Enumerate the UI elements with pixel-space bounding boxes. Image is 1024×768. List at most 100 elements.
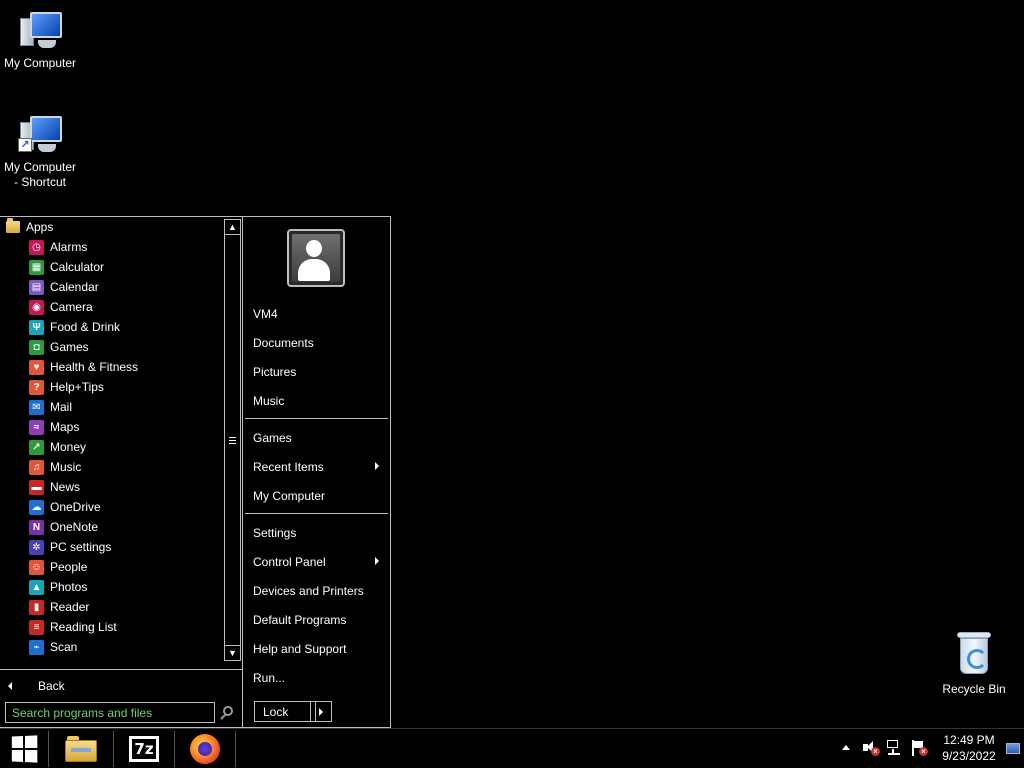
app-item-mail[interactable]: ✉ Mail [0, 397, 223, 417]
windows-logo-icon [11, 735, 38, 763]
show-hidden-icons-button[interactable] [842, 745, 850, 750]
menu-item-label: Control Panel [253, 554, 326, 569]
menu-separator [245, 513, 388, 514]
scan-icon: ⌁ [29, 639, 44, 655]
menu-item-settings[interactable]: Settings [244, 518, 389, 547]
system-clock[interactable]: 12:49 PM 9/23/2022 [930, 732, 1008, 764]
taskbar-7zip[interactable]: 7z [116, 730, 172, 768]
menu-item-label: Music [253, 393, 285, 408]
menu-item-recent-items[interactable]: Recent Items [244, 452, 389, 481]
menu-item-run[interactable]: Run... [244, 663, 389, 692]
app-item-camera[interactable]: ◉ Camera [0, 297, 223, 317]
menu-item-music[interactable]: Music [244, 386, 389, 415]
menu-item-games[interactable]: Games [244, 423, 389, 452]
menu-item-label: Games [253, 430, 292, 445]
taskbar: 7z × × 12:49 PM 9/23/2022 [0, 728, 1024, 768]
desktop-icon-my-computer[interactable]: My Computer [0, 8, 80, 71]
app-item-onenote[interactable]: N OneNote [0, 517, 223, 537]
menu-item-label: Default Programs [253, 612, 347, 627]
menu-item-label: VM4 [253, 306, 278, 321]
health-icon: ♥ [29, 359, 44, 375]
power-options-button[interactable] [310, 701, 332, 722]
menu-item-vm4[interactable]: VM4 [244, 299, 389, 328]
music-icon: ♫ [29, 459, 44, 475]
menu-item-label: Run... [253, 670, 286, 685]
search-icon[interactable] [219, 705, 235, 721]
lock-label: Lock [263, 704, 289, 719]
desktop-icon-recycle-bin[interactable]: Recycle Bin [938, 630, 1010, 696]
computer-shortcut-icon: ↗ [16, 112, 64, 156]
photos-icon: ▲ [29, 579, 44, 595]
mail-icon: ✉ [29, 399, 44, 415]
app-item-label: Mail [50, 400, 73, 414]
menu-item-documents[interactable]: Documents [244, 328, 389, 357]
app-item-food-drink[interactable]: Ψ Food & Drink [0, 317, 223, 337]
menu-item-default-programs[interactable]: Default Programs [244, 605, 389, 634]
search-input[interactable]: Search programs and files [5, 702, 215, 723]
lock-button[interactable]: Lock [254, 701, 316, 722]
show-desktop-button[interactable] [1006, 743, 1020, 754]
app-item-maps[interactable]: ≈ Maps [0, 417, 223, 437]
chevron-right-icon [375, 462, 379, 470]
app-item-people[interactable]: ☺ People [0, 557, 223, 577]
app-item-music[interactable]: ♫ Music [0, 457, 223, 477]
app-item-money[interactable]: ↗ Money [0, 437, 223, 457]
app-item-onedrive[interactable]: ☁ OneDrive [0, 497, 223, 517]
app-item-label: Reader [50, 600, 90, 614]
app-item-calculator[interactable]: ▦ Calculator [0, 257, 223, 277]
menu-item-my-computer[interactable]: My Computer [244, 481, 389, 510]
app-item-reading-list[interactable]: ≡ Reading List [0, 617, 223, 637]
app-item-label: Alarms [50, 240, 88, 254]
action-center-flag-icon[interactable]: × [910, 739, 928, 757]
desktop-icon-my-computer-shortcut[interactable]: ↗ My Computer - Shortcut [0, 112, 80, 190]
onedrive-icon: ☁ [29, 499, 44, 515]
calculator-icon: ▦ [29, 259, 44, 275]
app-item-scan[interactable]: ⌁ Scan [0, 637, 223, 657]
back-button[interactable]: Back [0, 675, 242, 697]
desktop-icon-label: Recycle Bin [942, 682, 1006, 696]
app-item-health-fitness[interactable]: ♥ Health & Fitness [0, 357, 223, 377]
app-item-news[interactable]: ▬ News [0, 477, 223, 497]
menu-separator [245, 418, 388, 419]
app-item-label: Health & Fitness [50, 360, 139, 374]
app-item-label: PC settings [50, 540, 112, 554]
app-item-label: People [50, 560, 88, 574]
start-button[interactable] [0, 730, 48, 768]
network-icon[interactable] [886, 739, 904, 757]
taskbar-file-explorer[interactable] [52, 730, 110, 768]
app-item-pc-settings[interactable]: ✲ PC settings [0, 537, 223, 557]
gear-icon: ✲ [29, 539, 44, 555]
menu-item-label: Devices and Printers [253, 583, 364, 598]
menu-item-pictures[interactable]: Pictures [244, 357, 389, 386]
apps-list: Apps ◷ Alarms ▦ Calculator ▤ Calendar ◉ Camera Ψ… [0, 217, 223, 663]
menu-item-devices-and-printers[interactable]: Devices and Printers [244, 576, 389, 605]
scrollbar-thumb[interactable] [225, 236, 240, 644]
menu-item-help-and-support[interactable]: Help and Support [244, 634, 389, 663]
start-menu-programs-pane: Apps ◷ Alarms ▦ Calculator ▤ Calendar ◉ Camera Ψ… [0, 217, 243, 727]
taskbar-separator [235, 731, 236, 767]
news-icon: ▬ [29, 479, 44, 495]
scroll-up-button[interactable]: ▲ [225, 220, 240, 235]
app-item-alarms[interactable]: ◷ Alarms [0, 237, 223, 257]
app-item-photos[interactable]: ▲ Photos [0, 577, 223, 597]
menu-item-control-panel[interactable]: Control Panel [244, 547, 389, 576]
recycle-bin-icon [957, 630, 991, 676]
desktop-icon-label: My Computer [3, 56, 77, 70]
menu-item-label: Help and Support [253, 641, 347, 656]
firefox-icon [190, 734, 220, 764]
app-item-reader[interactable]: ▮ Reader [0, 597, 223, 617]
camera-icon: ◉ [29, 299, 44, 315]
app-item-calendar[interactable]: ▤ Calendar [0, 277, 223, 297]
volume-muted-icon[interactable]: × [862, 739, 880, 757]
taskbar-firefox[interactable] [176, 730, 234, 768]
app-item-help-tips[interactable]: ? Help+Tips [0, 377, 223, 397]
app-item-label: Calendar [50, 280, 99, 294]
file-explorer-icon [65, 736, 97, 762]
apps-scrollbar[interactable]: ▲ ▼ [224, 219, 241, 661]
scroll-down-button[interactable]: ▼ [225, 645, 240, 660]
app-item-games[interactable]: ◘ Games [0, 337, 223, 357]
app-item-label: Music [50, 460, 82, 474]
menu-item-label: Pictures [253, 364, 297, 379]
apps-folder-header[interactable]: Apps [0, 217, 223, 237]
user-avatar[interactable] [287, 229, 345, 287]
